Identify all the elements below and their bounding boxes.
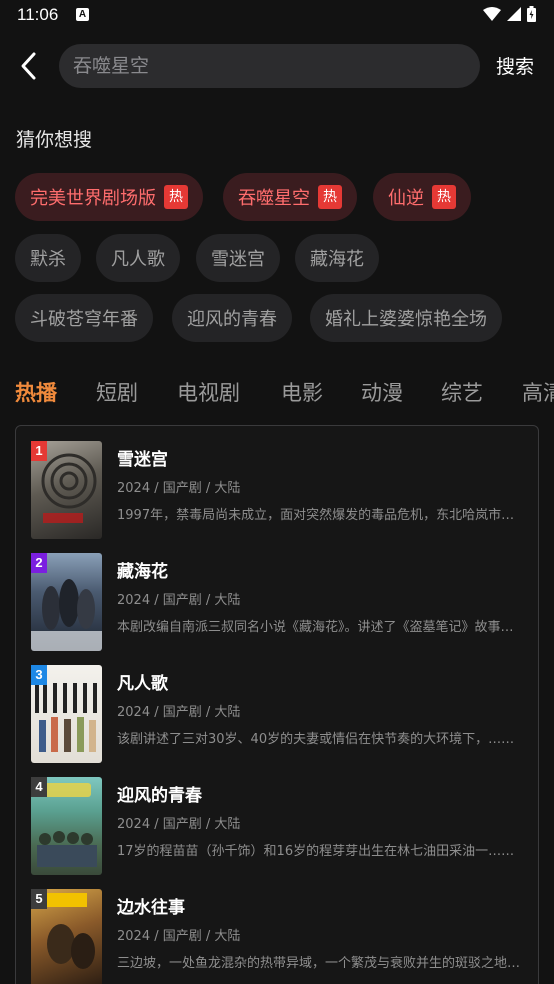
chip-label: 仙逆 [388, 188, 424, 209]
signal-icon [507, 7, 521, 21]
item-title: 迎风的青春 [117, 786, 202, 806]
ranking-list: 1 雪迷宫 2024 / 国产剧 / 大陆 1997年，禁毒局尚未成立，面对突然… [15, 425, 539, 984]
chip-label: 婚礼上婆婆惊艳全场 [325, 309, 487, 330]
chip-hot-search[interactable]: 吞噬星空热 [223, 173, 357, 221]
rank-badge: 5 [31, 889, 47, 909]
list-item[interactable]: 5 边水往事 2024 / 国产剧 / 大陆 三边坡，一处鱼龙混杂的热带异域，一… [31, 889, 526, 984]
item-title: 藏海花 [117, 562, 168, 582]
list-item[interactable]: 2 藏海花 2024 / 国产剧 / 大陆 本剧改编自南派三叔同名小说《藏海花》… [31, 553, 526, 653]
rank-badge: 2 [31, 553, 47, 573]
wifi-icon [483, 7, 501, 21]
rank-badge: 3 [31, 665, 47, 685]
chip-label: 吞噬星空 [238, 188, 310, 209]
item-meta: 2024 / 国产剧 / 大陆 [117, 593, 241, 608]
notification-icon: A [76, 8, 89, 21]
search-input[interactable] [73, 44, 463, 88]
chip-label: 藏海花 [310, 249, 364, 270]
tab-hd[interactable]: 高清 [522, 377, 554, 407]
list-item[interactable]: 1 雪迷宫 2024 / 国产剧 / 大陆 1997年，禁毒局尚未成立，面对突然… [31, 441, 526, 541]
item-description: 三边坡，一处鱼龙混杂的热带异域，一个繁茂与衰败并生的斑驳之地…… [117, 956, 525, 971]
guess-section-title: 猜你想搜 [16, 129, 93, 151]
status-icons [483, 6, 536, 22]
rank-badge: 4 [31, 777, 47, 797]
item-meta: 2024 / 国产剧 / 大陆 [117, 481, 241, 496]
chip-search-suggestion[interactable]: 斗破苍穹年番 [15, 294, 153, 342]
tab-variety[interactable]: 综艺 [441, 377, 483, 407]
chip-search-suggestion[interactable]: 迎风的青春 [172, 294, 292, 342]
list-item[interactable]: 4 迎风的青春 2024 / 国产剧 / 大陆 17岁的程苗苗（孙千饰）和16岁… [31, 777, 526, 877]
search-button[interactable]: 搜索 [496, 52, 534, 79]
hot-badge: 热 [432, 185, 456, 209]
item-meta: 2024 / 国产剧 / 大陆 [117, 817, 241, 832]
status-time: 11:06 [17, 5, 59, 24]
rank-badge: 1 [31, 441, 47, 461]
back-button[interactable] [16, 50, 44, 82]
item-title: 边水往事 [117, 898, 185, 918]
hot-badge: 热 [164, 185, 188, 209]
item-meta: 2024 / 国产剧 / 大陆 [117, 929, 241, 944]
chip-search-suggestion[interactable]: 凡人歌 [96, 234, 180, 282]
status-bar: 11:06 A [0, 0, 554, 30]
item-title: 雪迷宫 [117, 450, 168, 470]
chip-search-suggestion[interactable]: 婚礼上婆婆惊艳全场 [310, 294, 502, 342]
chip-search-suggestion[interactable]: 藏海花 [295, 234, 379, 282]
item-description: 17岁的程苗苗（孙千饰）和16岁的程芽芽出生在林七油田采油一…… [117, 844, 515, 859]
tab-movie[interactable]: 电影 [281, 377, 323, 407]
chip-label: 雪迷宫 [211, 249, 265, 270]
tab-anime[interactable]: 动漫 [361, 377, 403, 407]
item-description: 1997年，禁毒局尚未成立，面对突然爆发的毒品危机，东北哈岚市…… [117, 508, 525, 523]
tab-hot[interactable]: 热播 [15, 377, 57, 407]
chip-label: 完美世界剧场版 [30, 188, 156, 209]
chip-search-suggestion[interactable]: 雪迷宫 [196, 234, 280, 282]
chip-label: 凡人歌 [111, 249, 165, 270]
tab-short-drama[interactable]: 短剧 [96, 377, 138, 407]
search-box[interactable] [59, 44, 480, 88]
chevron-left-icon [21, 52, 36, 80]
list-item[interactable]: 3 凡人歌 2024 / 国产剧 / 大陆 该剧讲述了三对30岁、40岁的夫妻或… [31, 665, 526, 765]
chip-hot-search[interactable]: 完美世界剧场版热 [15, 173, 203, 221]
chip-label: 斗破苍穹年番 [30, 309, 138, 330]
chip-hot-search[interactable]: 仙逆热 [373, 173, 471, 221]
chip-label: 迎风的青春 [187, 309, 277, 330]
chip-label: 默杀 [30, 249, 66, 270]
tab-tv-series[interactable]: 电视剧 [177, 377, 240, 407]
hot-badge: 热 [318, 185, 342, 209]
item-description: 该剧讲述了三对30岁、40岁的夫妻或情侣在快节奏的大环境下，…… [117, 732, 515, 747]
chip-search-suggestion[interactable]: 默杀 [15, 234, 81, 282]
item-description: 本剧改编自南派三叔同名小说《藏海花》。讲述了《盗墓笔记》故事…… [117, 620, 525, 635]
battery-icon [527, 6, 536, 22]
item-meta: 2024 / 国产剧 / 大陆 [117, 705, 241, 720]
item-title: 凡人歌 [117, 674, 168, 694]
